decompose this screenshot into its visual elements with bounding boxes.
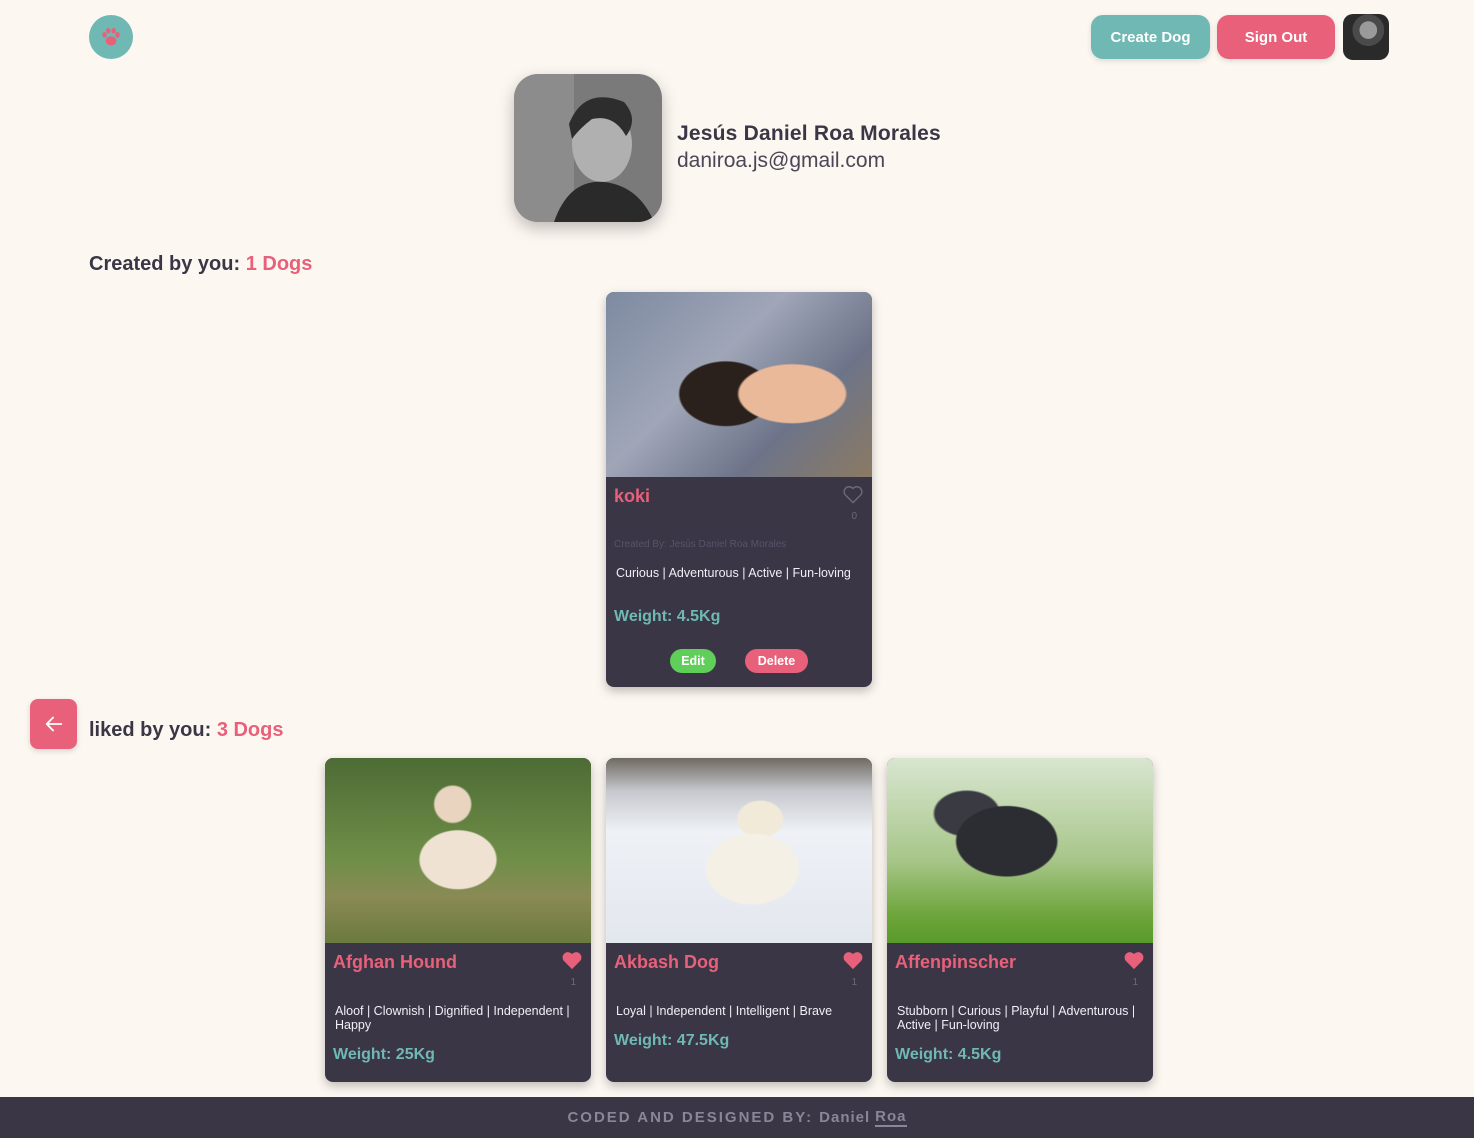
dog-name: Akbash Dog (614, 952, 720, 972)
like-count: 1 (570, 977, 576, 988)
dog-name: Affenpinscher (895, 952, 1017, 972)
dog-weight: Weight: 4.5Kg (895, 1046, 1002, 1063)
dog-name: koki (614, 486, 651, 506)
footer-author-link[interactable]: Roa (875, 1108, 907, 1127)
dog-card-akbash-dog[interactable]: Akbash Dog 1 Loyal | Independent | Intel… (606, 758, 872, 1082)
like-count: 0 (851, 511, 857, 522)
profile-email: daniroa.js@gmail.com (677, 149, 886, 172)
back-button[interactable] (30, 699, 77, 749)
profile-name: Jesús Daniel Roa Morales (677, 122, 941, 145)
heart-outline-icon[interactable] (842, 484, 864, 504)
dog-name: Afghan Hound (333, 952, 457, 972)
dog-weight: Weight: 47.5Kg (614, 1032, 730, 1049)
like-count: 1 (1132, 977, 1138, 988)
liked-label: liked by you: (89, 719, 212, 741)
logo-paw-icon[interactable] (89, 15, 133, 59)
dog-temperament: Loyal | Independent | Intelligent | Brav… (616, 1004, 833, 1018)
heart-filled-icon[interactable] (842, 950, 864, 970)
heart-filled-icon[interactable] (561, 950, 583, 970)
liked-heading: liked by you: 3 Dogs (89, 719, 284, 742)
dog-weight: Weight: 25Kg (333, 1046, 435, 1063)
created-heading: Created by you: 1 Dogs (89, 253, 312, 276)
user-avatar[interactable] (1343, 14, 1389, 60)
sign-out-button[interactable]: Sign Out (1217, 15, 1335, 59)
footer-author: Daniel (819, 1109, 871, 1126)
liked-count: 3 Dogs (216, 719, 284, 741)
footer: CODED AND DESIGNED BY: Daniel Roa (0, 1097, 1474, 1138)
edit-button[interactable]: Edit (670, 649, 716, 673)
dog-photo (325, 758, 591, 943)
created-label: Created by you: (89, 253, 241, 275)
dog-photo (606, 758, 872, 943)
dog-weight: Weight: 4.5Kg (614, 608, 721, 625)
dog-temperament: Curious | Adventurous | Active | Fun-lov… (616, 566, 851, 580)
dog-creator: Created By: Jesús Daniel Roa Morales (614, 539, 787, 550)
dog-photo (887, 758, 1153, 943)
dog-photo (606, 292, 872, 477)
dog-temperament: Aloof | Clownish | Dignified | Independe… (335, 1004, 570, 1032)
arrow-left-icon (45, 716, 62, 732)
dog-card-afghan-hound[interactable]: Afghan Hound 1 Aloof | Clownish | Dignif… (325, 758, 591, 1082)
footer-text: CODED AND DESIGNED BY: (567, 1109, 814, 1126)
created-count: 1 Dogs (245, 253, 313, 275)
create-dog-button[interactable]: Create Dog (1091, 15, 1210, 59)
dog-temperament: Stubborn | Curious | Playful | Adventuro… (897, 1004, 1136, 1032)
delete-button[interactable]: Delete (745, 649, 808, 673)
dog-card-koki[interactable]: koki 0 Created By: Jesús Daniel Roa Mora… (606, 292, 872, 687)
like-count: 1 (851, 977, 857, 988)
heart-filled-icon[interactable] (1123, 950, 1145, 970)
profile-photo (514, 74, 662, 222)
paw-icon (102, 27, 120, 46)
dog-card-affenpinscher[interactable]: Affenpinscher 1 Stubborn | Curious | Pla… (887, 758, 1153, 1082)
